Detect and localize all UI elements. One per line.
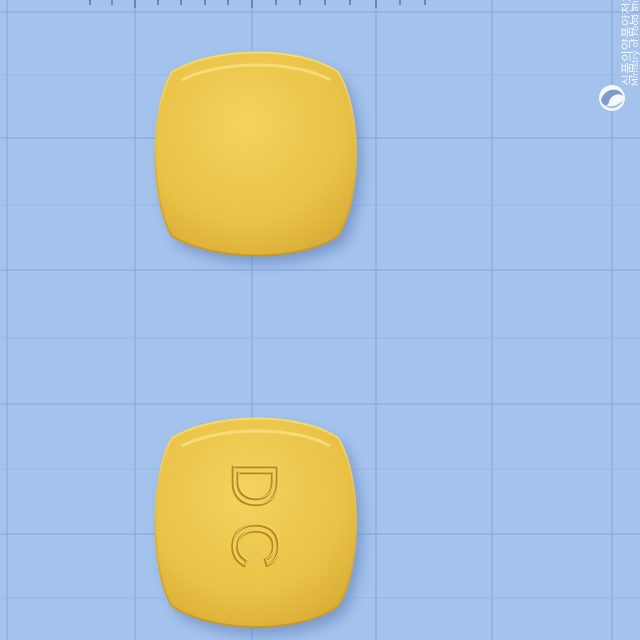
- pill-back: DC DC: [154, 417, 362, 635]
- watermark-english: Ministry of Food and Drug: [631, 0, 640, 86]
- pill-imprint-highlight: DC: [220, 461, 292, 581]
- photo-canvas: DC DC: [0, 0, 640, 640]
- pill-photo: DC DC 식품의약품안전처 Ministry of Food and Drug: [0, 0, 640, 640]
- watermark: 식품의약품안전처 Ministry of Food and Drug: [603, 0, 640, 94]
- pill-front: [154, 51, 362, 264]
